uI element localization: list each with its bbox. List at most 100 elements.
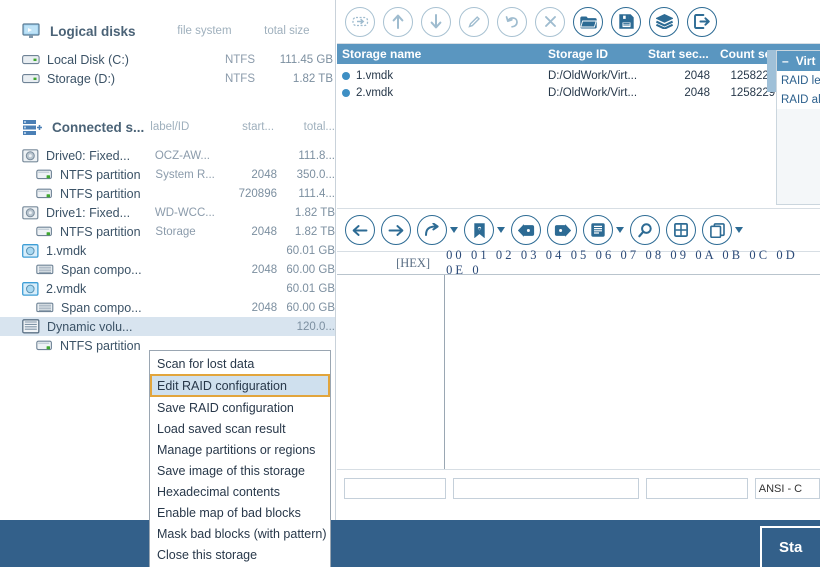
hex-content-area[interactable] — [337, 274, 820, 469]
search-icon[interactable] — [630, 215, 660, 245]
virtual-raid-properties-panel: – Virt RAID lev RAID alia — [776, 50, 820, 205]
tree-item-label: 2.vmdk — [46, 282, 155, 296]
col-storage-name[interactable]: Storage name — [337, 47, 543, 61]
menu-item-save-raid-configuration[interactable]: Save RAID configuration — [150, 397, 330, 418]
menu-item-hexadecimal-contents[interactable]: Hexadecimal contents — [150, 481, 330, 502]
chevron-down-icon[interactable] — [497, 227, 505, 233]
raid-toolbar — [337, 0, 820, 44]
move-up-icon[interactable] — [383, 7, 413, 37]
tree-item-start: 2048 — [223, 264, 277, 276]
menu-item-edit-raid-configuration[interactable]: Edit RAID configuration — [150, 374, 330, 397]
list-item[interactable]: Local Disk (C:) NTFS 111.45 GB — [0, 50, 335, 69]
tree-item-dynamic-volu[interactable]: Dynamic volu...120.0... — [0, 317, 335, 336]
tree-item-label: Drive1: Fixed... — [46, 206, 155, 220]
tree-item-start: 2048 — [223, 302, 277, 314]
tree-item-total: 111.8... — [277, 150, 335, 162]
table-row[interactable]: 2.vmdkD:/OldWork/Virt...2048125822976 — [337, 84, 820, 101]
edit-pencil-icon[interactable] — [459, 7, 489, 37]
hex-offset-gutter — [337, 275, 445, 469]
properties-title: Virt — [796, 54, 816, 68]
menu-item-manage-partitions-or-regions[interactable]: Manage partitions or regions — [150, 439, 330, 460]
tree-item-start: 720896 — [223, 188, 277, 200]
tree-item-drive1-fixed[interactable]: Drive1: Fixed...WD-WCC...1.82 TB — [0, 203, 335, 222]
collapse-icon[interactable]: – — [782, 54, 789, 68]
next-marker-icon[interactable] — [547, 215, 577, 245]
chevron-down-icon[interactable] — [616, 227, 624, 233]
undo-icon[interactable] — [497, 7, 527, 37]
menu-item-enable-map-of-bad-blocks[interactable]: Enable map of bad blocks — [150, 502, 330, 523]
tree-item-total: 60.01 GB — [277, 283, 335, 295]
server-stack-icon — [22, 119, 43, 136]
chevron-down-icon[interactable] — [735, 227, 743, 233]
encoding-selector[interactable]: ANSI - C — [755, 478, 820, 499]
table-row[interactable]: 1.vmdkD:/OldWork/Virt...2048125822976 — [337, 67, 820, 84]
export-icon[interactable] — [687, 7, 717, 37]
nav-forward-icon[interactable] — [381, 215, 411, 245]
prev-marker-icon[interactable] — [511, 215, 541, 245]
menu-item-save-image-of-this-storage[interactable]: Save image of this storage — [150, 460, 330, 481]
nav-back-icon[interactable] — [345, 215, 375, 245]
storage-table-header: Storage name Storage ID Start sec... Cou… — [337, 44, 820, 64]
partition-icon — [36, 340, 53, 352]
bookmark-icon[interactable] — [464, 215, 494, 245]
open-folder-icon[interactable] — [573, 7, 603, 37]
tree-item-label: Span compo... — [61, 301, 156, 315]
logical-disks-list: Local Disk (C:) NTFS 111.45 GB Storage (… — [0, 50, 335, 88]
monitor-icon — [22, 23, 41, 39]
remove-x-icon[interactable] — [535, 7, 565, 37]
drive-icon — [22, 73, 40, 85]
property-row[interactable]: RAID alia — [777, 90, 820, 109]
list-item-label: Local Disk (C:) — [47, 53, 175, 67]
hex-column-offsets: 00 01 02 03 04 05 06 07 08 09 0A 0B 0C 0… — [446, 248, 820, 278]
properties-scrollbar[interactable] — [767, 50, 776, 92]
application-window: Logical disks file system total size Loc… — [0, 0, 820, 567]
list-view-icon[interactable] — [583, 215, 613, 245]
chevron-down-icon[interactable] — [450, 227, 458, 233]
col-start-sec[interactable]: Start sec... — [643, 47, 715, 61]
value-field[interactable] — [646, 478, 748, 499]
tree-item-label: Dynamic volu... — [47, 320, 155, 334]
selection-field[interactable] — [453, 478, 638, 499]
swap-disks-icon[interactable] — [345, 7, 375, 37]
tree-item-total: 60.00 GB — [277, 302, 335, 314]
connected-storages-title: Connected s... — [52, 120, 144, 135]
context-menu: Scan for lost dataEdit RAID configuratio… — [149, 350, 331, 567]
tree-item-1-vmdk[interactable]: 1.vmdk60.01 GB — [0, 241, 335, 260]
col-storage-id[interactable]: Storage ID — [543, 47, 643, 61]
grid-view-icon[interactable] — [666, 215, 696, 245]
list-item[interactable]: Storage (D:) NTFS 1.82 TB — [0, 69, 335, 88]
connected-storages-list: Drive0: Fixed...OCZ-AW...111.8...NTFS pa… — [0, 146, 335, 355]
tree-item-total: 350.0... — [277, 169, 335, 181]
tree-item-span-compo[interactable]: Span compo...204860.00 GB — [0, 260, 335, 279]
save-disk-icon[interactable] — [611, 7, 641, 37]
property-row[interactable]: RAID lev — [777, 71, 820, 90]
tree-item-span-compo[interactable]: Span compo... 204860.00 GB — [0, 298, 335, 317]
layers-icon[interactable] — [649, 7, 679, 37]
raid-builder-panel: Storage name Storage ID Start sec... Cou… — [337, 0, 820, 520]
list-item-label: Storage (D:) — [47, 72, 175, 86]
cell-storage-name: 1.vmdk — [356, 70, 393, 82]
offset-field[interactable] — [344, 478, 446, 499]
move-down-icon[interactable] — [421, 7, 451, 37]
list-item-size: 111.45 GB — [255, 54, 333, 66]
tree-item-ntfs-partition[interactable]: NTFS partitionSystem R...2048350.0... — [0, 165, 335, 184]
menu-item-scan-for-lost-data[interactable]: Scan for lost data — [150, 353, 330, 374]
hex-status-fields: ANSI - C — [337, 470, 820, 502]
copy-icon[interactable] — [702, 215, 732, 245]
properties-header[interactable]: – Virt — [777, 51, 820, 71]
tree-item-label-id: System R... — [155, 169, 222, 181]
vmdk-icon — [22, 244, 39, 258]
start-button[interactable]: Sta — [760, 526, 820, 567]
hex-bytes-area[interactable] — [445, 275, 820, 469]
tree-item-2-vmdk[interactable]: 2.vmdk 60.01 GB — [0, 279, 335, 298]
menu-item-close-this-storage[interactable]: Close this storage — [150, 544, 330, 565]
vmdk-icon — [22, 282, 39, 296]
tree-item-ntfs-partition[interactable]: NTFS partitionStorage20481.82 TB — [0, 222, 335, 241]
menu-item-mask-bad-blocks-with-pattern[interactable]: Mask bad blocks (with pattern) — [150, 523, 330, 544]
menu-item-load-saved-scan-result[interactable]: Load saved scan result — [150, 418, 330, 439]
tree-item-total: 1.82 TB — [277, 226, 335, 238]
tree-item-ntfs-partition[interactable]: NTFS partition720896111.4... — [0, 184, 335, 203]
tree-item-drive0-fixed[interactable]: Drive0: Fixed...OCZ-AW...111.8... — [0, 146, 335, 165]
goto-icon[interactable] — [417, 215, 447, 245]
list-item-fs: NTFS — [175, 73, 255, 85]
